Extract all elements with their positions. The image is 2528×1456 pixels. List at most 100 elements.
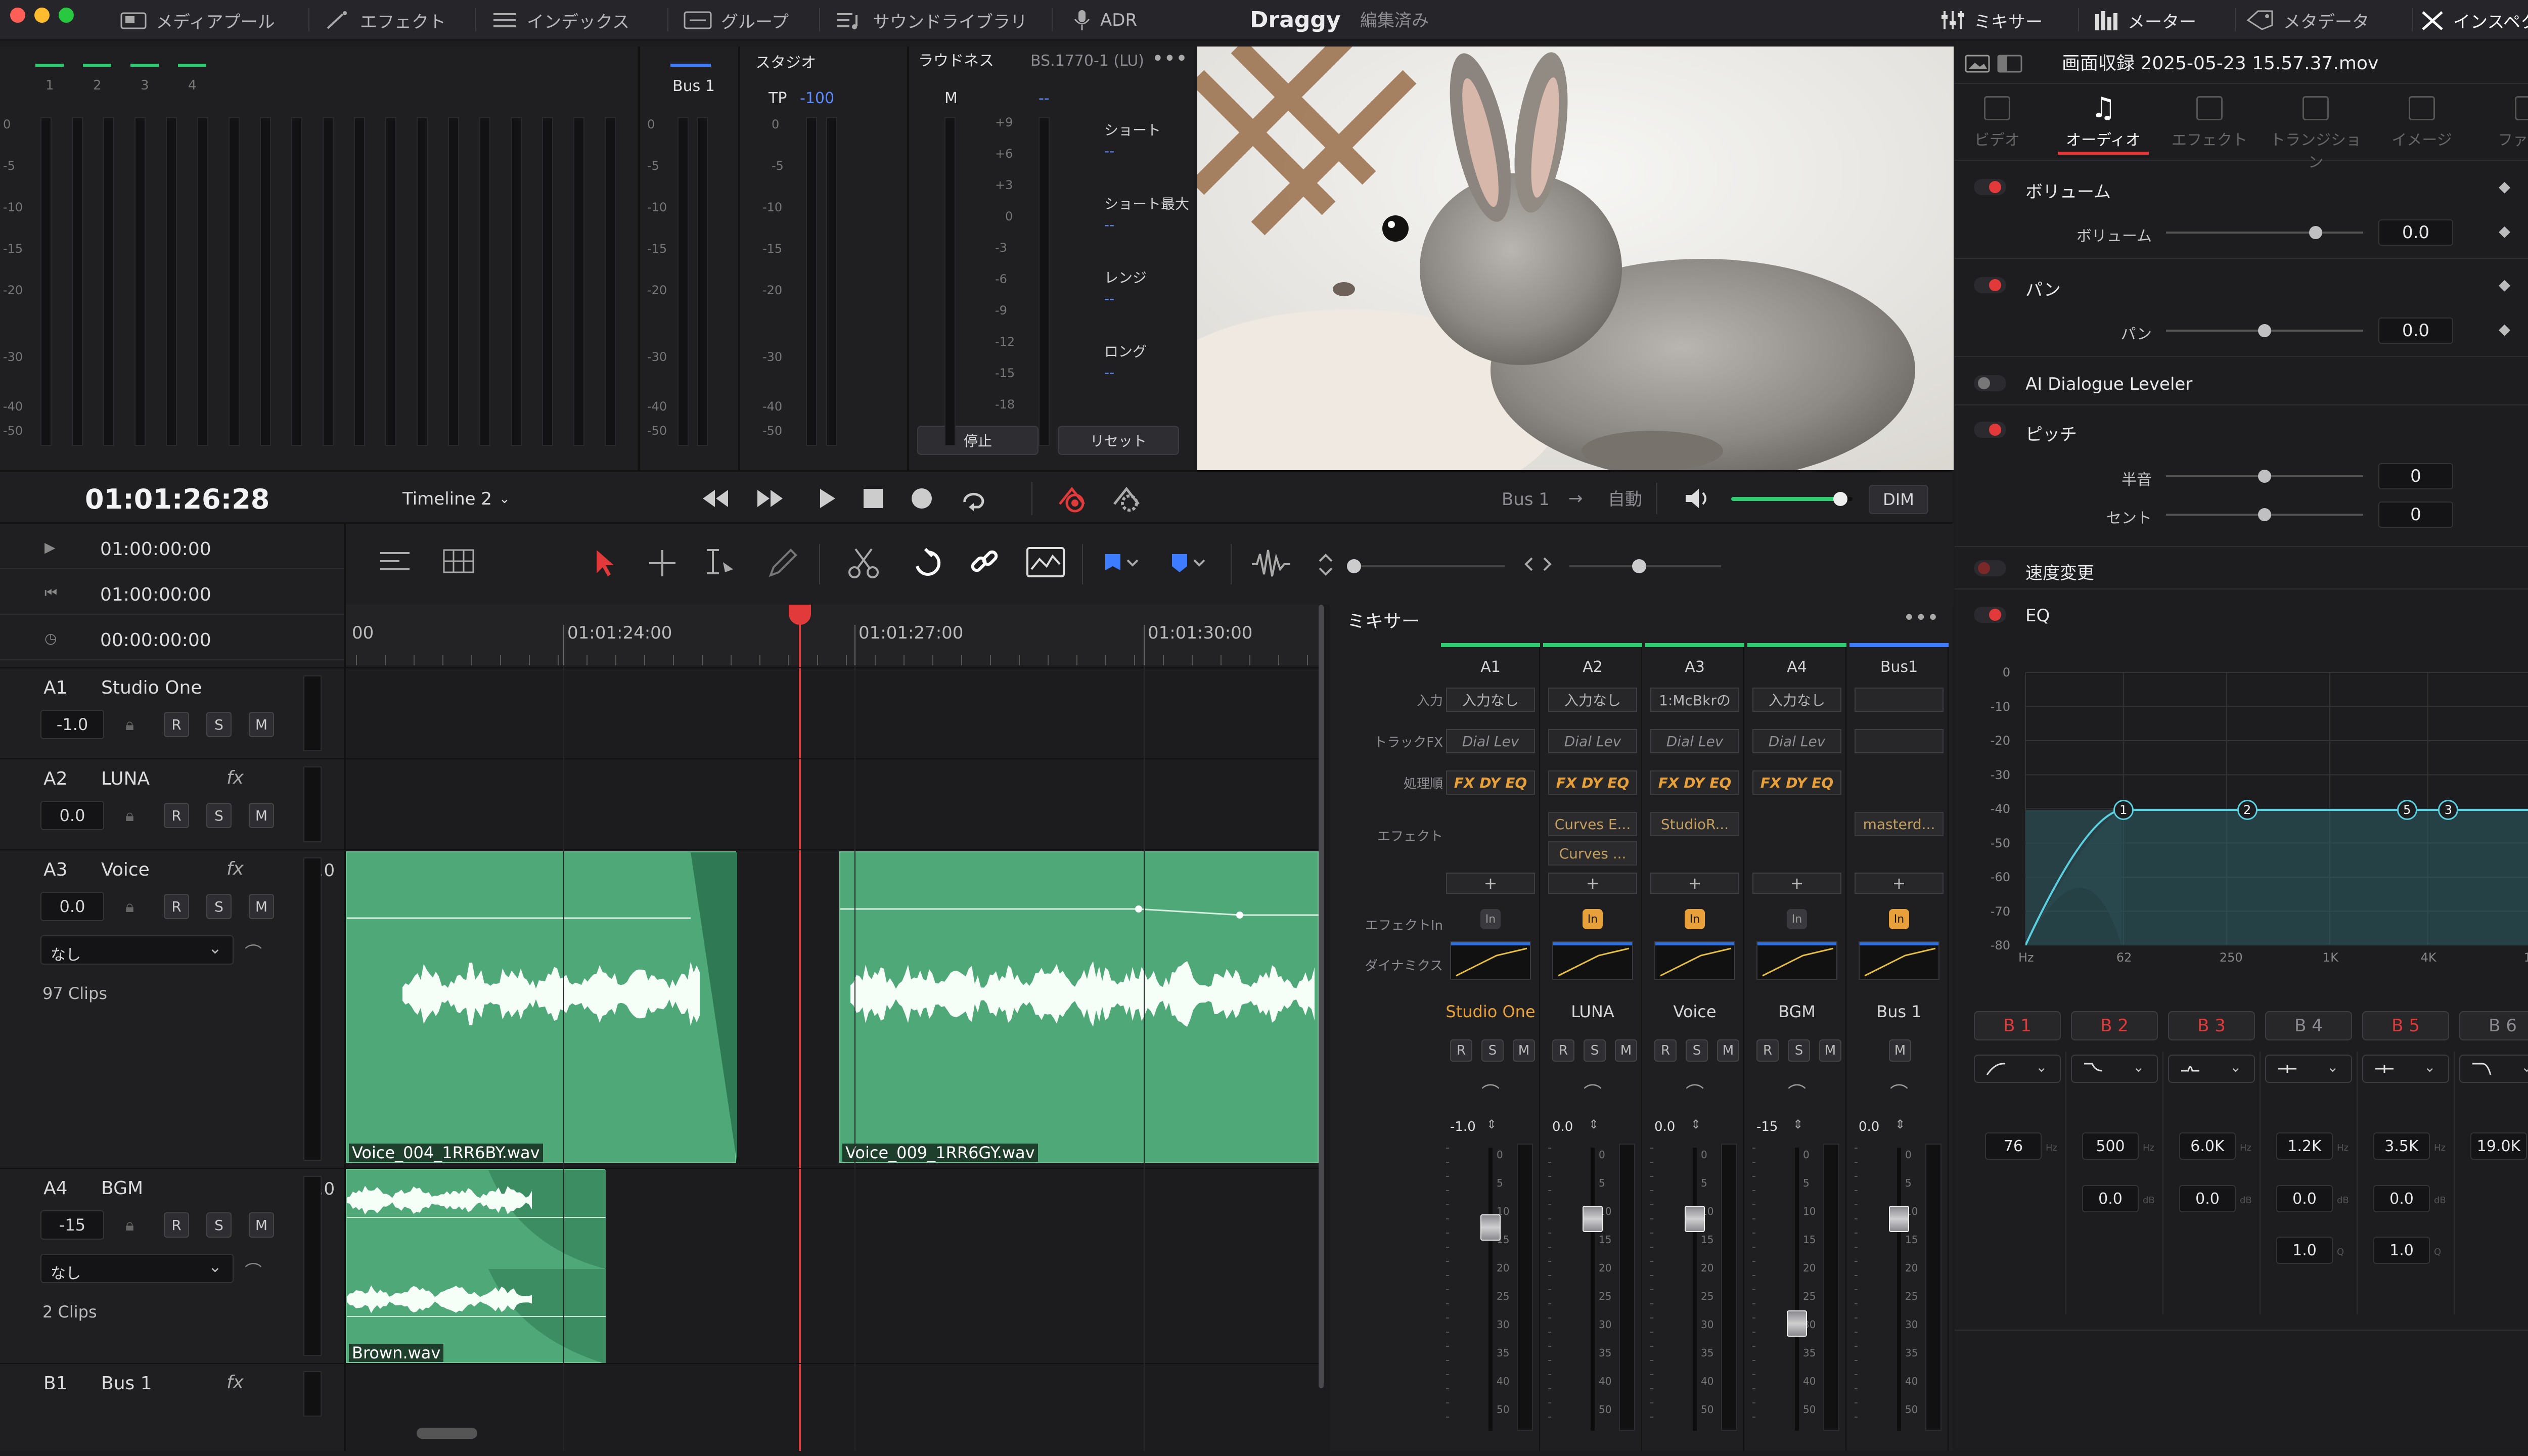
channel-track-fx[interactable]: Dial Lev	[1446, 729, 1535, 753]
pan-slider[interactable]	[2166, 324, 2363, 337]
pitch-cent-value-field[interactable]: 0	[2378, 502, 2453, 528]
timeline-out-point[interactable]: 01:00:00:00	[100, 584, 211, 605]
pan-value-field[interactable]: 0.0	[2378, 317, 2453, 344]
auto-track-selector-icon[interactable]	[1024, 544, 1067, 581]
fast-forward-icon[interactable]	[755, 486, 786, 511]
eq-band-freq-field[interactable]: 1.2K	[2276, 1132, 2333, 1160]
pencil-icon[interactable]	[766, 547, 799, 579]
keyframe-icon[interactable]: ◆	[2499, 321, 2510, 338]
volume-section-header[interactable]: ボリューム↺◆	[1955, 169, 2528, 204]
speed-change-section-header[interactable]: 速度変更↺	[1955, 550, 2528, 585]
index-button[interactable]: インデックス	[490, 0, 629, 40]
loudness-stop-button[interactable]: 停止	[917, 426, 1039, 455]
channel-input-selector[interactable]: 入力なし	[1446, 688, 1535, 712]
dynamics-graph[interactable]	[1450, 941, 1531, 980]
add-effect-button[interactable]: +	[1752, 873, 1841, 894]
timeline-in-point[interactable]: 01:00:00:00	[100, 539, 211, 560]
channel-track-fx[interactable]	[1855, 729, 1944, 753]
loudness-more-icon[interactable]: •••	[1152, 49, 1188, 69]
pitch-section-header[interactable]: ピッチ↺	[1955, 412, 2528, 447]
automation-settings-icon[interactable]	[1110, 482, 1151, 514]
pitch-semitone-value-field[interactable]: 0	[2378, 463, 2453, 489]
link-icon[interactable]	[969, 546, 1001, 581]
flag-icon[interactable]	[1102, 551, 1143, 576]
channel-processing-order[interactable]: FX DY EQ	[1446, 770, 1535, 795]
slider-knob[interactable]	[2309, 226, 2323, 239]
timeline-vertical-scrollbar[interactable]	[1319, 605, 1324, 1388]
timeline-horizontal-scrollbar[interactable]	[417, 1428, 477, 1439]
track-name[interactable]: LUNA	[101, 768, 150, 789]
channel-s-button[interactable]: S	[1481, 1039, 1504, 1062]
fader-track[interactable]	[1795, 1148, 1799, 1431]
eq-band-4-button[interactable]: B 4	[2265, 1011, 2352, 1040]
eq-band-1-button[interactable]: B 1	[1974, 1011, 2061, 1040]
slider-knob[interactable]	[2258, 324, 2271, 337]
channel-m-button[interactable]: M	[1889, 1039, 1911, 1062]
marker-icon[interactable]	[1169, 551, 1209, 576]
slider-knob[interactable]	[2258, 470, 2271, 483]
channel-fader-knob[interactable]	[1787, 1310, 1807, 1337]
eq-band-2-shape-dropdown[interactable]: ⌄	[2071, 1055, 2158, 1083]
volume-value-field[interactable]: 0.0	[2378, 219, 2453, 246]
mixer-more-icon[interactable]: •••	[1903, 608, 1939, 628]
channel-pan-icon[interactable]: ⌒	[1543, 1079, 1642, 1105]
track-header-b1[interactable]: B1 Bus 1 fx	[0, 1363, 344, 1424]
eq-band-4-shape-dropdown[interactable]: ⌄	[2265, 1055, 2352, 1083]
eq-band-gain-field[interactable]: 0.0	[2373, 1185, 2430, 1212]
eq-band-6-shape-dropdown[interactable]: ⌄	[2459, 1055, 2528, 1083]
eq-graph[interactable]: 0-10-20-30-40-50-60-70-80+24+120-12-24Hz…	[1955, 657, 2528, 981]
tab-audio[interactable]: ♫ オーディオ	[2053, 87, 2154, 158]
eq-band-q-field[interactable]: 1.0	[2276, 1237, 2333, 1264]
automation-record-icon[interactable]	[1055, 482, 1095, 514]
channel-input-selector[interactable]: 1:McBkrの	[1650, 688, 1739, 712]
eq-band-3-shape-dropdown[interactable]: ⌄	[2168, 1055, 2255, 1083]
vertical-zoom-icon[interactable]	[1316, 552, 1336, 577]
eq-band-3-button[interactable]: B 3	[2168, 1011, 2255, 1040]
lock-icon[interactable]: 🔒︎	[125, 806, 134, 826]
eq-band-6-button[interactable]: B 6	[2459, 1011, 2528, 1040]
loop-icon[interactable]	[959, 485, 991, 512]
fader-stepper-icon[interactable]: ⇕	[1895, 1117, 1905, 1131]
track-s-button[interactable]: S	[206, 894, 232, 919]
eq-band-handle[interactable]: 5	[2397, 800, 2417, 820]
waveform-zoom-icon[interactable]	[1250, 547, 1292, 580]
channel-track-fx[interactable]: Dial Lev	[1650, 729, 1739, 753]
zoom-window-button[interactable]	[59, 8, 74, 23]
track-r-button[interactable]: R	[164, 803, 189, 828]
channel-processing-order[interactable]: FX DY EQ	[1548, 770, 1637, 795]
track-s-button[interactable]: S	[206, 1212, 232, 1238]
channel-fader-knob[interactable]	[1583, 1206, 1603, 1232]
eq-band-freq-field[interactable]: 3.5K	[2373, 1132, 2430, 1160]
volume-slider[interactable]	[2166, 226, 2363, 239]
channel-track-fx[interactable]: Dial Lev	[1548, 729, 1637, 753]
rewind-icon[interactable]	[700, 486, 730, 511]
track-header-a2[interactable]: A2 LUNA fx 0.0 🔒︎ R S M	[0, 758, 344, 849]
minimize-window-button[interactable]	[34, 8, 50, 23]
track-view-options-icon[interactable]	[377, 547, 413, 577]
eq-band-handle[interactable]: 1	[2113, 800, 2134, 820]
voice-clip-2[interactable]: Voice_009_1RR6GY.wav	[839, 851, 1319, 1163]
record-icon[interactable]	[909, 486, 934, 511]
eq-band-q-field[interactable]: 1.0	[2373, 1237, 2430, 1264]
channel-fader-value[interactable]: -15	[1756, 1119, 1778, 1134]
channel-track-fx[interactable]: Dial Lev	[1752, 729, 1841, 753]
snapping-icon[interactable]	[910, 546, 942, 581]
channel-fader-value[interactable]: 0.0	[1654, 1119, 1675, 1134]
track-volume-field[interactable]: 0.0	[40, 892, 104, 921]
tab-effects[interactable]: エフェクト	[2159, 87, 2260, 158]
channel-m-button[interactable]: M	[1819, 1039, 1841, 1062]
stop-icon[interactable]	[862, 487, 885, 510]
fader-track[interactable]	[1897, 1148, 1901, 1431]
track-name[interactable]: BGM	[101, 1178, 143, 1199]
pitch-cent-slider[interactable]	[2166, 508, 2363, 521]
speaker-icon[interactable]	[1683, 486, 1713, 511]
channel-r-button[interactable]: R	[1552, 1039, 1574, 1062]
track-volume-field[interactable]: 0.0	[40, 801, 104, 830]
selection-pointer-icon[interactable]	[592, 548, 617, 578]
eq-section-header[interactable]: EQ↺	[1955, 597, 2528, 632]
track-m-button[interactable]: M	[249, 712, 274, 737]
play-icon[interactable]	[814, 486, 839, 511]
eq-band-2-button[interactable]: B 2	[2071, 1011, 2158, 1040]
range-select-icon[interactable]	[647, 548, 678, 578]
playhead[interactable]	[799, 605, 801, 1451]
